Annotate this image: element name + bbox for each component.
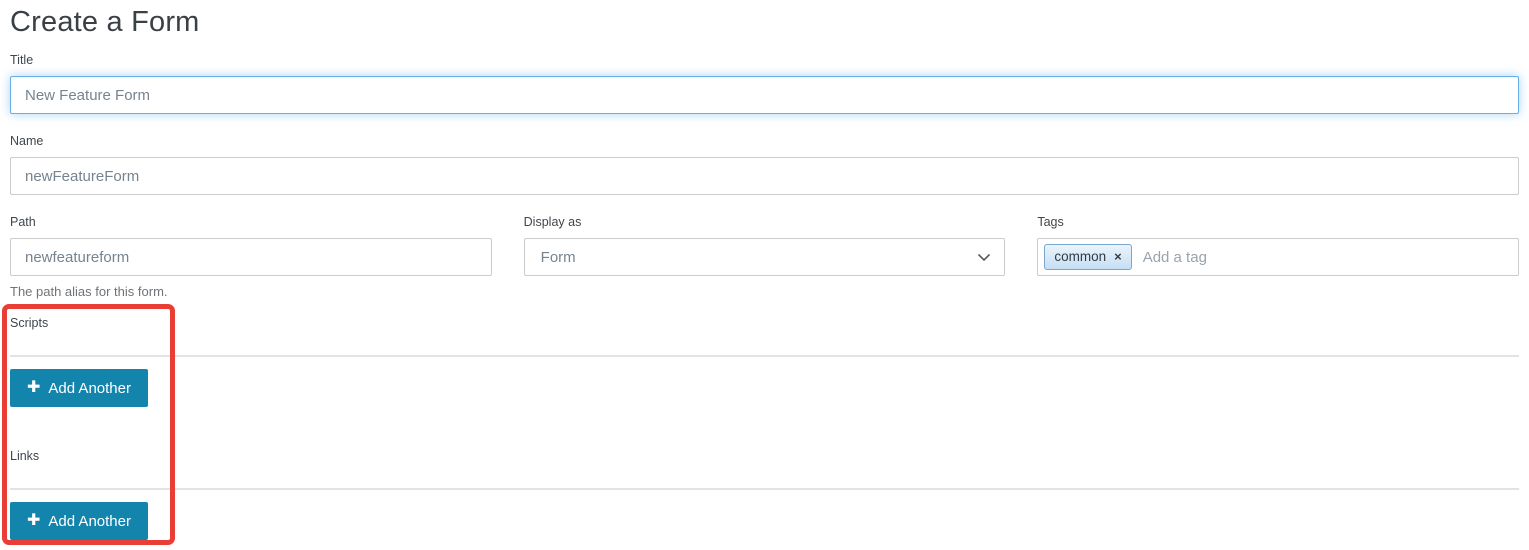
scripts-section: Scripts ✚ Add Another: [10, 314, 1519, 407]
title-label: Title: [10, 53, 1519, 68]
links-legend: Links: [10, 449, 39, 463]
scripts-legend: Scripts: [10, 316, 48, 330]
links-section-header: Links: [10, 447, 1519, 490]
path-help-text: The path alias for this form.: [10, 283, 492, 300]
name-field-group: Name: [10, 134, 1519, 195]
plus-icon: ✚: [27, 513, 40, 529]
add-tag-input[interactable]: [1141, 248, 1510, 267]
tag-chip: common ×: [1044, 244, 1131, 270]
tags-label: Tags: [1037, 215, 1519, 230]
tag-remove-icon[interactable]: ×: [1114, 250, 1122, 263]
title-input[interactable]: [10, 76, 1519, 114]
scripts-add-another-label: Add Another: [48, 380, 131, 397]
links-add-another-label: Add Another: [48, 513, 131, 530]
display-as-select[interactable]: Form: [524, 238, 1006, 276]
scripts-add-another-button[interactable]: ✚ Add Another: [10, 369, 148, 407]
tags-input-box[interactable]: common ×: [1037, 238, 1519, 276]
name-input[interactable]: [10, 157, 1519, 195]
chevron-down-icon: [977, 253, 991, 262]
name-label: Name: [10, 134, 1519, 149]
path-display-tags-row: Path The path alias for this form. Displ…: [10, 215, 1519, 300]
tag-chip-label: common: [1054, 248, 1106, 265]
create-form-page: Create a Form Title Name Path The path a…: [0, 0, 1529, 540]
display-as-field-group: Display as Form: [524, 215, 1006, 300]
path-input[interactable]: [10, 238, 492, 276]
path-label: Path: [10, 215, 492, 230]
title-field-group: Title: [10, 53, 1519, 114]
links-section: Links ✚ Add Another: [10, 447, 1519, 540]
path-field-group: Path The path alias for this form.: [10, 215, 492, 300]
plus-icon: ✚: [27, 380, 40, 396]
scripts-section-header: Scripts: [10, 314, 1519, 357]
display-as-label: Display as: [524, 215, 1006, 230]
tags-field-group: Tags common ×: [1037, 215, 1519, 300]
links-add-another-button[interactable]: ✚ Add Another: [10, 502, 148, 540]
display-as-selected-value: Form: [541, 249, 576, 266]
page-title: Create a Form: [10, 6, 1519, 38]
